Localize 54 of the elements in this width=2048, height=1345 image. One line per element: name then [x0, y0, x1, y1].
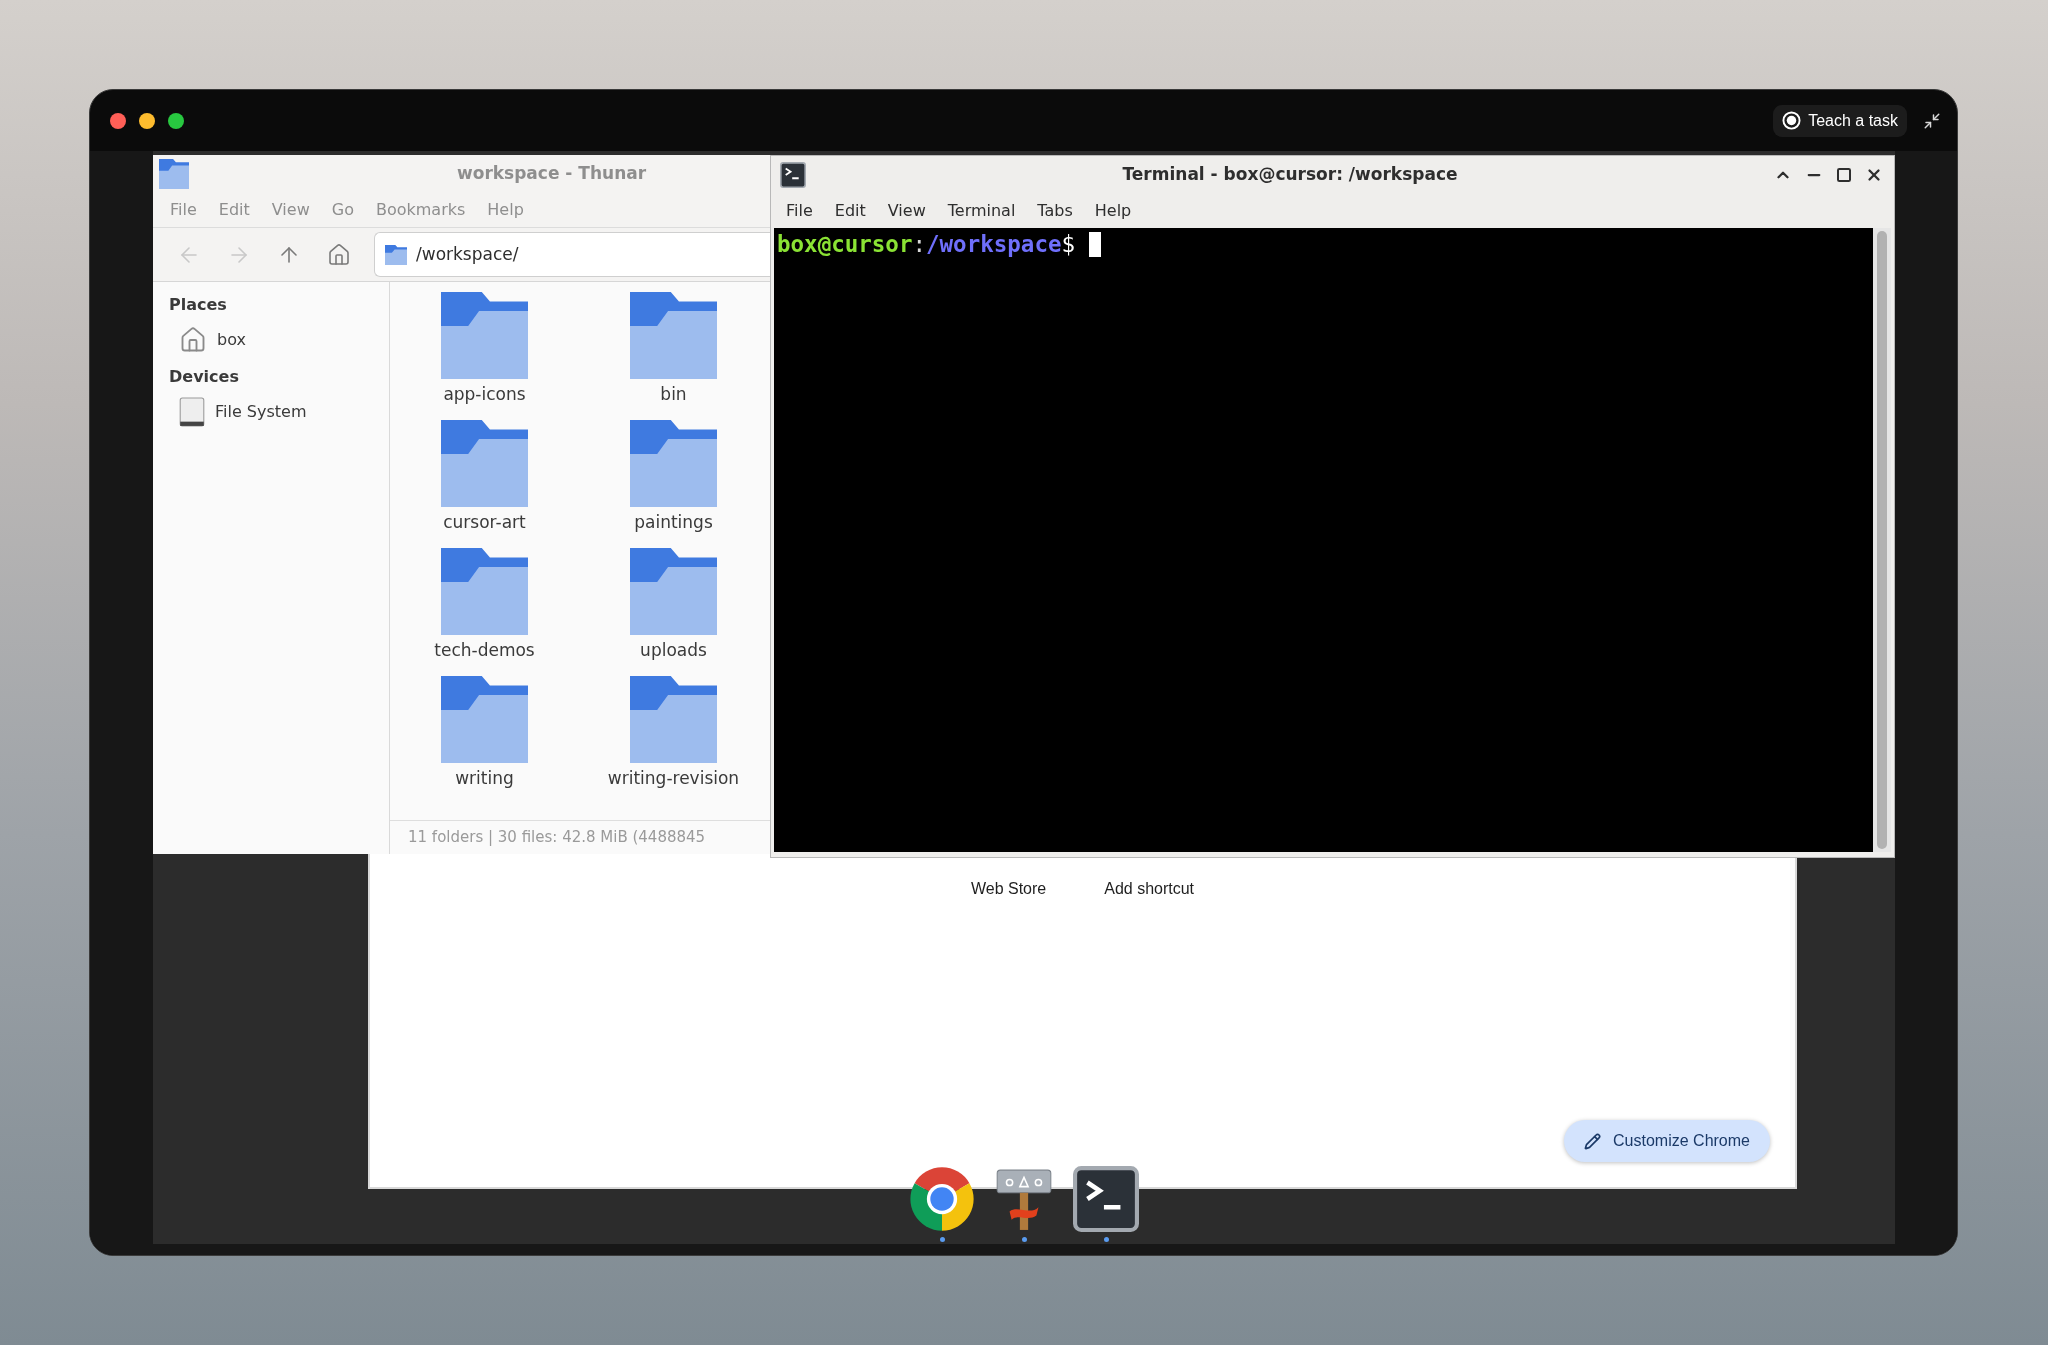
- pencil-icon: [1584, 1132, 1602, 1150]
- terminal-screen[interactable]: box@cursor:/workspace$: [774, 228, 1891, 852]
- folder-icon[interactable]: [441, 548, 528, 635]
- folder-icon[interactable]: [630, 420, 717, 507]
- menu-item[interactable]: File: [786, 198, 813, 223]
- status-text: 11 folders | 30 files: 42.8 MiB (4488845: [408, 827, 706, 849]
- window-title: workspace - Thunar: [457, 162, 647, 186]
- window-title: Terminal - box@cursor: /workspace: [1122, 162, 1458, 186]
- folder-icon[interactable]: [441, 292, 528, 379]
- folder-name[interactable]: bin: [660, 383, 687, 405]
- maximize-icon[interactable]: [1836, 166, 1852, 183]
- location-field[interactable]: /workspace/: [374, 232, 770, 277]
- browser-icon[interactable]: [909, 1166, 975, 1232]
- menu-item[interactable]: Help: [1094, 198, 1132, 223]
- shortcut-link[interactable]: Web Store: [970, 879, 1047, 899]
- collapse-icon[interactable]: [1923, 111, 1941, 130]
- menu-item[interactable]: Tabs: [1037, 198, 1073, 223]
- shortcut-link[interactable]: Add shortcut: [1104, 879, 1195, 899]
- folder-name[interactable]: writing-revision: [607, 767, 740, 789]
- folder-icon[interactable]: [630, 292, 717, 379]
- scrollbar-track[interactable]: [1873, 228, 1891, 852]
- folder-name[interactable]: cursor-art: [443, 511, 526, 533]
- home-icon: [179, 326, 207, 354]
- teach-task-button[interactable]: Teach a task: [1773, 104, 1907, 137]
- shell-prompt: box@cursor:/workspace$: [777, 231, 1076, 257]
- sidebar-item[interactable]: File System: [215, 400, 307, 424]
- menu-item[interactable]: View: [887, 198, 926, 223]
- sidebar-item[interactable]: box: [217, 328, 246, 352]
- folder-name[interactable]: paintings: [634, 511, 713, 533]
- sidebar-heading: Devices: [168, 366, 240, 388]
- terminal-icon: [780, 161, 806, 188]
- scrollbar-thumb[interactable]: [1877, 231, 1887, 849]
- maximize-icon[interactable]: [168, 112, 184, 129]
- close-icon[interactable]: [110, 112, 126, 129]
- folder-name[interactable]: writing: [455, 767, 514, 789]
- customize-button[interactable]: Customize Chrome: [1564, 1120, 1770, 1162]
- sidebar-heading: Places: [168, 294, 228, 316]
- menu-item[interactable]: Edit: [834, 198, 866, 223]
- folder-icon: [385, 244, 407, 265]
- text-cursor: [1089, 231, 1102, 257]
- menu-item[interactable]: Terminal: [947, 198, 1016, 223]
- home-icon[interactable]: [327, 242, 351, 267]
- folder-icon: [159, 159, 189, 189]
- folder-icon[interactable]: [441, 420, 528, 507]
- folder-name[interactable]: tech-demos: [434, 639, 535, 661]
- terminal-icon[interactable]: [1073, 1166, 1139, 1232]
- minimize-icon[interactable]: [139, 112, 155, 129]
- folder-icon[interactable]: [630, 676, 717, 763]
- drive-icon: [179, 397, 205, 427]
- folder-name[interactable]: app-icons: [443, 383, 526, 405]
- folder-name[interactable]: uploads: [640, 639, 707, 661]
- folder-icon[interactable]: [441, 676, 528, 763]
- folder-icon[interactable]: [630, 548, 717, 635]
- record-icon: [1782, 111, 1802, 130]
